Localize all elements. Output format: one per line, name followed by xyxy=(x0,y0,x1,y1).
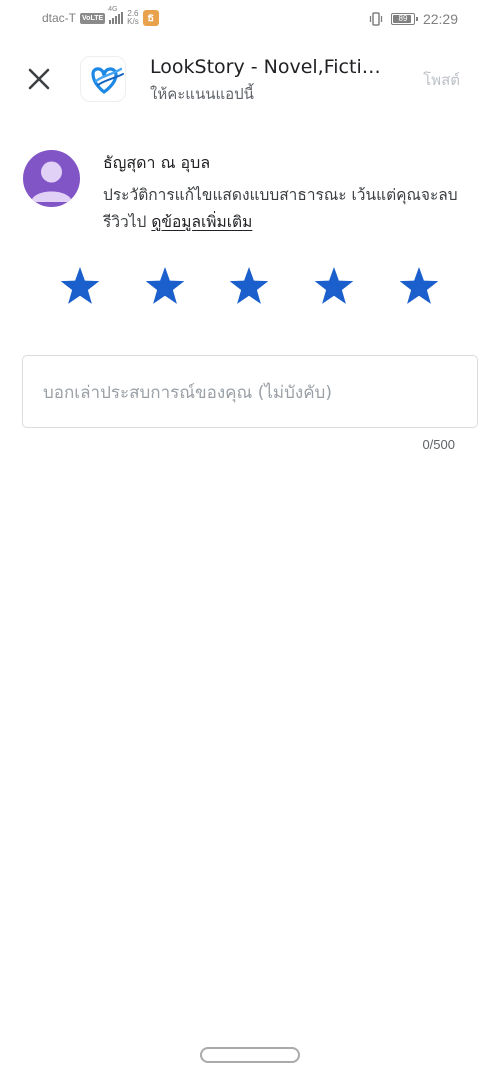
post-button[interactable]: โพสต์ xyxy=(423,68,460,92)
status-left: dtac-T VoLTE 4G 2.6 K/s ธ xyxy=(42,6,159,26)
clock: 22:29 xyxy=(422,11,458,27)
status-right: 89 22:29 xyxy=(369,11,458,27)
app-logo xyxy=(80,56,126,102)
gesture-nav-handle[interactable] xyxy=(200,1047,300,1063)
star-icon xyxy=(314,267,354,304)
person-icon xyxy=(31,161,72,202)
close-icon xyxy=(28,68,50,90)
learn-more-link[interactable]: ดูข้อมูลเพิ่มเติม xyxy=(151,213,252,231)
character-counter: 0/500 xyxy=(422,437,455,452)
user-name: ธัญสุดา ณ อุบล xyxy=(103,153,211,172)
star-3-button[interactable] xyxy=(229,266,269,308)
star-icon xyxy=(399,267,439,304)
vibrate-icon xyxy=(369,12,383,26)
rate-app-subtitle: ให้คะแนนแอปนี้ xyxy=(150,85,254,103)
review-field xyxy=(22,355,478,428)
close-button[interactable] xyxy=(24,64,54,94)
signal-icon: 4G xyxy=(108,6,124,24)
review-input[interactable] xyxy=(23,356,477,427)
battery-level: 89 xyxy=(398,14,408,23)
rate-app-header: LookStory - Novel,Fiction & Comics ให้คะ… xyxy=(0,50,500,110)
star-1-button[interactable] xyxy=(60,266,100,308)
star-5-button[interactable] xyxy=(399,266,439,308)
star-2-button[interactable] xyxy=(145,266,185,308)
status-bar: dtac-T VoLTE 4G 2.6 K/s ธ 89 22:29 xyxy=(0,0,500,38)
battery-icon: 89 xyxy=(390,13,418,25)
network-speed: 2.6 K/s xyxy=(127,10,139,26)
star-icon xyxy=(145,267,185,304)
carrier-label: dtac-T xyxy=(42,11,77,25)
volte-badge: VoLTE xyxy=(80,12,106,24)
star-rating xyxy=(0,266,500,314)
star-icon xyxy=(229,267,269,304)
network-type-label: 4G xyxy=(108,6,118,13)
star-icon xyxy=(60,267,100,304)
network-speed-unit: K/s xyxy=(127,17,139,26)
notification-app-icon: ธ xyxy=(142,10,159,26)
avatar xyxy=(23,150,80,207)
star-4-button[interactable] xyxy=(314,266,354,308)
app-title: LookStory - Novel,Fiction & Comics xyxy=(150,56,382,78)
public-review-notice: ประวัติการแก้ไขแสดงแบบสาธารณะ เว้นแต่คุณ… xyxy=(103,182,463,236)
